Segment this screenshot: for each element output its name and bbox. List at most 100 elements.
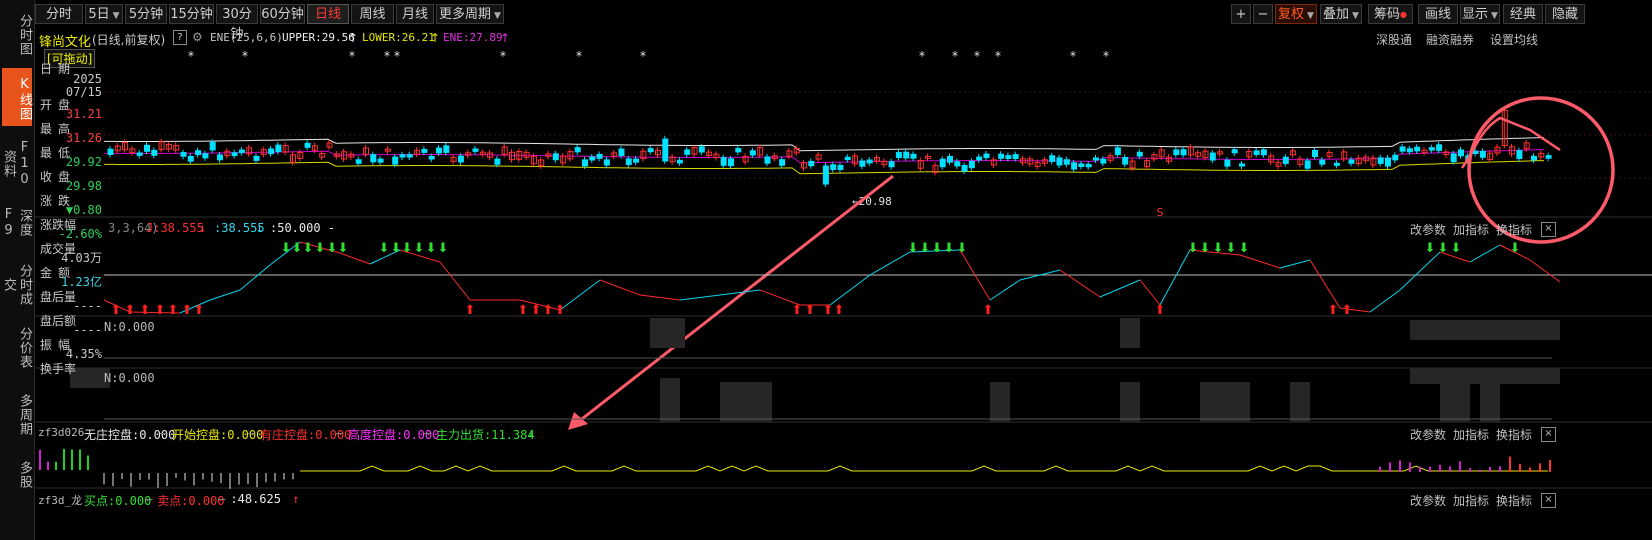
candle [939, 158, 946, 168]
kdj-line-segment [989, 279, 1021, 301]
candle [574, 147, 581, 153]
pane4-item-4: 主力出货:11.384 [436, 428, 535, 442]
candle [1333, 162, 1340, 166]
star-marker: * [952, 49, 958, 63]
buy-arrow-icon: ⬆ [125, 303, 136, 318]
candle [1319, 159, 1326, 165]
info-panel[interactable]: [可拖动] 日期 2025 07/15 开盘 31.21 最高 31.26 最低 29.92 收… [36, 48, 104, 392]
kdj-line-segment [1279, 259, 1311, 269]
star-marker: * [995, 49, 1001, 63]
buy-arrow-icon: ⬆ [983, 303, 994, 318]
candle [647, 148, 654, 153]
candle [684, 149, 691, 155]
sell-arrow-icon: ⬇ [327, 241, 338, 256]
sell-arrow-icon: ⬇ [315, 241, 326, 256]
candle [202, 153, 209, 159]
candle [370, 154, 377, 163]
sell-arrow-icon: ⬇ [338, 241, 349, 256]
kdj-line-segment [559, 279, 601, 311]
buy-arrow-icon: ⬆ [1328, 303, 1339, 318]
kdj-line-segment [1309, 259, 1341, 309]
kdj-line-segment [1059, 269, 1101, 298]
candle [698, 146, 705, 153]
candle [903, 151, 910, 159]
candle [895, 152, 902, 158]
kdj-line-segment [439, 261, 471, 301]
buy-arrow-icon: ⬆ [140, 303, 151, 318]
candle [662, 138, 669, 162]
candle [1436, 144, 1443, 151]
kdj_pane-btn-2[interactable]: 换指标 [1496, 221, 1532, 238]
candle [764, 156, 771, 164]
candle [107, 148, 114, 156]
close-icon[interactable]: × [1541, 493, 1556, 508]
candle [275, 144, 282, 153]
pane5-btn-2[interactable]: 换指标 [1496, 492, 1532, 509]
candle [1406, 148, 1413, 153]
candle [1304, 160, 1311, 169]
candle [676, 159, 683, 164]
chart-canvas[interactable]: * * * * * * * * * * * * * *←20.98S⬇ ⬇ ⬇ ⬇ ⬇ ⬇ ⬇ ⬇ ⬇ ⬇ ⬇ ⬇ ⬇ ⬇ ⬇ ⬇ ⬇ ⬇ ⬇… [0, 0, 1652, 540]
candle [749, 150, 756, 156]
down-arrow-icon: ↓ [199, 221, 207, 235]
pane5-item-1: 卖点:0.000 [157, 494, 225, 508]
candle [1260, 149, 1267, 156]
candle [1282, 156, 1289, 164]
kdj-line-segment [679, 294, 721, 301]
candle [392, 156, 399, 165]
candle [779, 159, 786, 166]
candle [1122, 157, 1129, 165]
pane4-btn-0[interactable]: 改参数 [1410, 426, 1446, 443]
candle [1231, 149, 1238, 154]
kdj_pane-btn-0[interactable]: 改参数 [1410, 221, 1446, 238]
sell-arrow-icon: ⬇ [281, 241, 292, 256]
kdj_pane-btn-1[interactable]: 加指标 [1453, 221, 1489, 238]
up-arrow-icon: ↑ [292, 492, 300, 506]
kdj-line-segment [599, 279, 641, 296]
sell-arrow-icon: ⬇ [1239, 241, 1250, 256]
candle [253, 155, 260, 161]
candle [1209, 152, 1216, 161]
buy-arrow-icon: ⬆ [168, 303, 179, 318]
candle [1479, 150, 1486, 158]
buy-arrow-icon: ⬆ [1342, 303, 1353, 318]
candle [436, 147, 442, 154]
candle [830, 164, 837, 170]
pane4-btn-1[interactable]: 加指标 [1453, 426, 1489, 443]
info-label: 盘后量 [40, 290, 77, 304]
candle [1085, 163, 1092, 168]
candle [457, 155, 464, 163]
candle [195, 150, 202, 156]
pane5-item-0: 买点:0.000 [84, 494, 152, 508]
info-label: 盘后额 [40, 314, 77, 328]
close-icon[interactable]: × [1541, 427, 1556, 442]
pane5-btn-1[interactable]: 加指标 [1453, 492, 1489, 509]
buy-arrow-icon: ⬆ [834, 303, 845, 318]
star-marker: * [640, 49, 646, 63]
sell-arrow-icon: ⬇ [438, 241, 449, 256]
obscured-block [1290, 382, 1310, 422]
candle [808, 160, 815, 167]
candle [910, 153, 917, 159]
candle [1428, 147, 1435, 151]
pane4-btn-2[interactable]: 换指标 [1496, 426, 1532, 443]
sell-arrow-icon: ⬇ [379, 241, 390, 256]
candle [998, 153, 1005, 159]
candle [589, 156, 596, 161]
candle [1348, 159, 1355, 164]
candle [582, 159, 588, 167]
sell-arrow-icon: ⬇ [1188, 241, 1199, 256]
buy-arrow-icon: ⬆ [182, 303, 193, 318]
down-arrow-icon: ↓ [527, 426, 535, 440]
candle [443, 145, 450, 153]
kdj-line-segment [239, 264, 271, 291]
sell-arrow-icon: ⬇ [1510, 241, 1521, 256]
star-marker: * [1070, 49, 1076, 63]
kdj-line-segment [1469, 244, 1501, 263]
sell-arrow-icon: ⬇ [908, 241, 919, 256]
pane5-btn-0[interactable]: 改参数 [1410, 492, 1446, 509]
close-icon[interactable]: × [1541, 222, 1556, 237]
star-marker: * [919, 49, 925, 63]
candle [209, 141, 216, 151]
buy-arrow-icon: ⬆ [111, 303, 122, 318]
